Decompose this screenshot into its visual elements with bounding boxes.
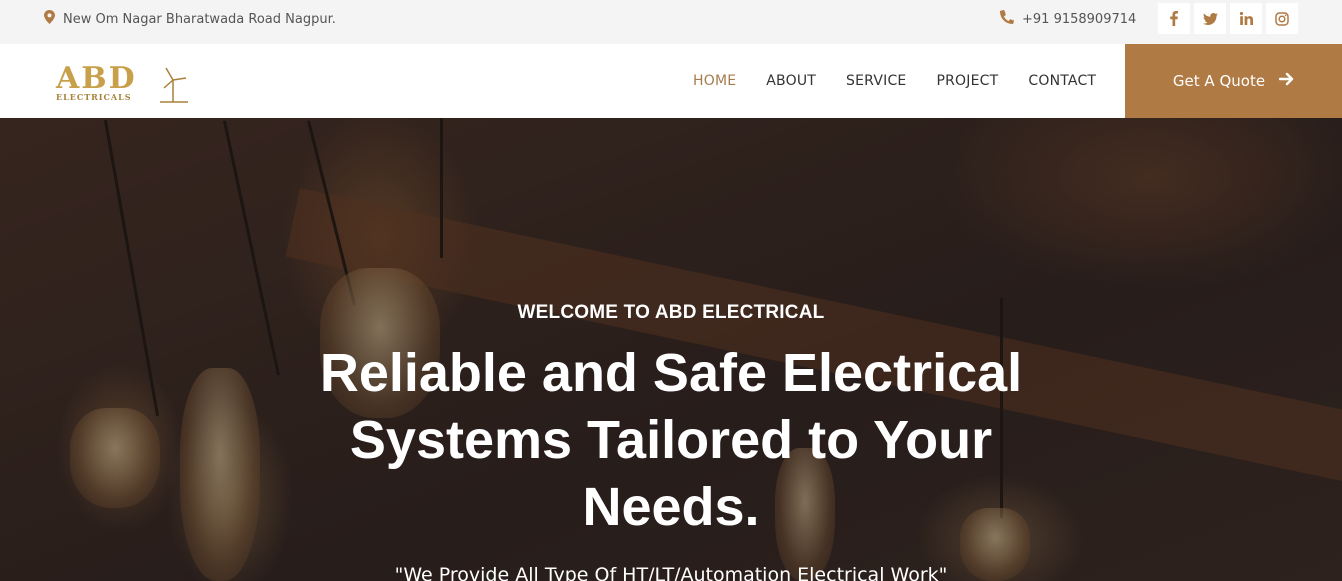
logo[interactable]: ABD ELECTRICALS <box>56 64 192 106</box>
nav-menu: HOME ABOUT SERVICE PROJECT CONTACT <box>693 44 1126 118</box>
map-pin-icon <box>44 10 55 28</box>
windmill-icon <box>156 66 190 109</box>
nav-item-home[interactable]: HOME <box>693 73 736 89</box>
instagram-icon[interactable] <box>1266 3 1298 34</box>
twitter-icon[interactable] <box>1194 3 1226 34</box>
address: New Om Nagar Bharatwada Road Nagpur. <box>44 10 336 28</box>
nav-item-contact[interactable]: CONTACT <box>1028 73 1096 89</box>
get-a-quote-button[interactable]: Get A Quote <box>1125 44 1342 118</box>
linkedin-icon[interactable] <box>1230 3 1262 34</box>
hero-headline: Reliable and Safe Electrical Systems Tai… <box>319 343 1023 537</box>
main-navbar: ABD ELECTRICALS HOME ABOUT SERVICE PROJE… <box>0 44 1342 118</box>
social-links <box>1158 3 1298 34</box>
address-text: New Om Nagar Bharatwada Road Nagpur. <box>63 11 336 27</box>
top-bar: New Om Nagar Bharatwada Road Nagpur. +91… <box>0 0 1342 44</box>
phone-icon <box>999 9 1015 28</box>
phone-text: +91 9158909714 <box>1022 11 1137 27</box>
arrow-right-icon <box>1278 72 1294 90</box>
hero-section: WELCOME TO ABD ELECTRICAL Reliable and S… <box>0 118 1342 581</box>
facebook-icon[interactable] <box>1158 3 1190 34</box>
nav-item-service[interactable]: SERVICE <box>846 73 906 89</box>
hero-tagline: "We Provide All Type Of HT/LT/Automation… <box>394 564 948 581</box>
get-a-quote-label: Get A Quote <box>1172 72 1266 90</box>
phone[interactable]: +91 9158909714 <box>999 9 1137 28</box>
nav-item-about[interactable]: ABOUT <box>766 73 816 89</box>
hero-welcome-text: WELCOME TO ABD ELECTRICAL <box>517 302 825 323</box>
nav-item-project[interactable]: PROJECT <box>936 73 998 89</box>
